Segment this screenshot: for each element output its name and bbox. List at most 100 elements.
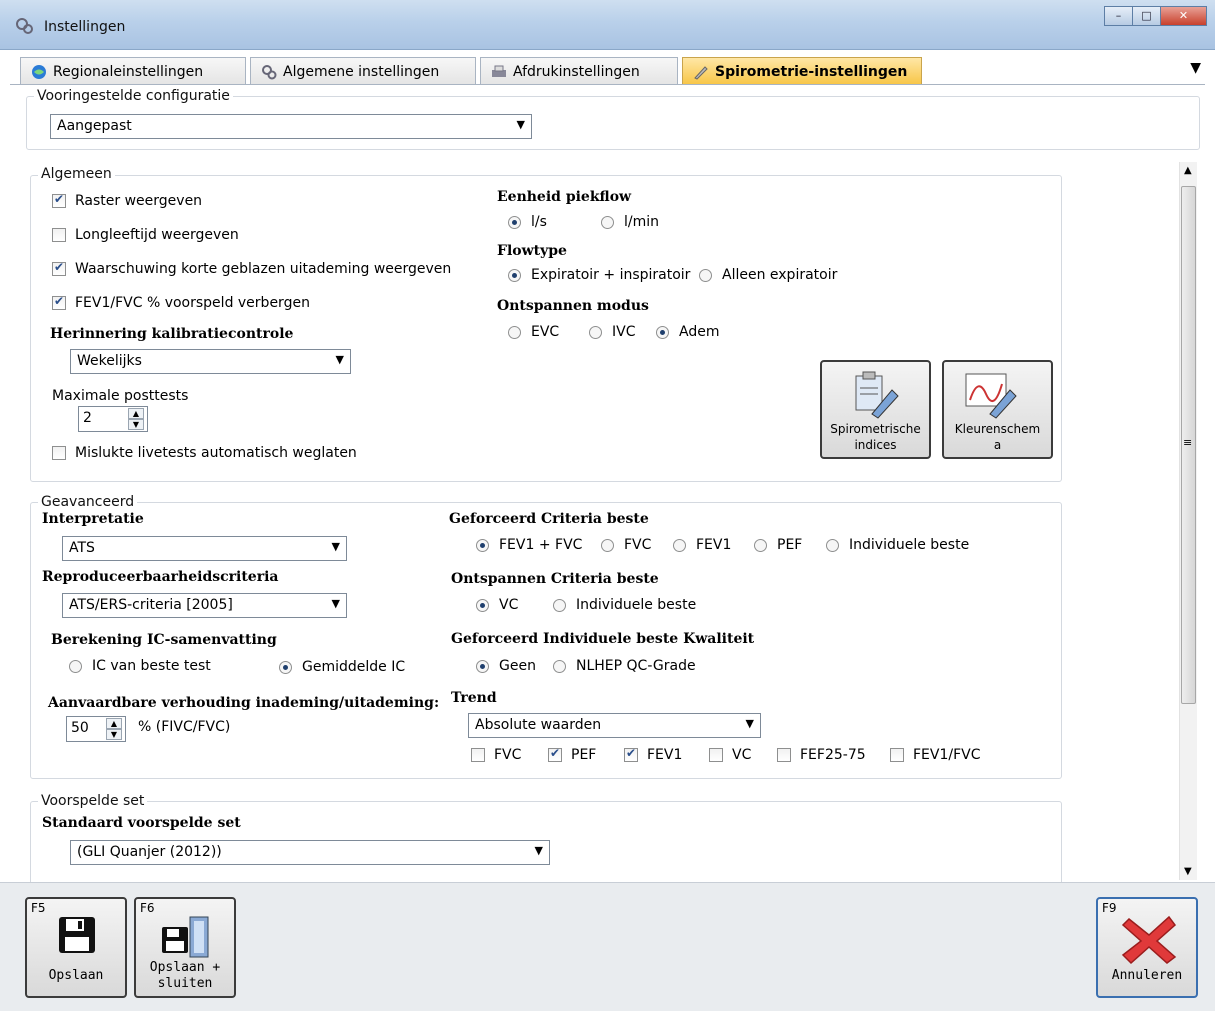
relax-ivc-radio[interactable] (589, 326, 602, 339)
flowtype-both-radio[interactable] (508, 269, 521, 282)
scroll-down-icon[interactable]: ▼ (1184, 866, 1192, 877)
tab-print[interactable]: Afdrukinstellingen (480, 57, 678, 85)
peakflow-ls-radio[interactable] (508, 216, 521, 229)
trend-fev1-checkbox[interactable] (624, 746, 638, 762)
trend-pef-checkbox[interactable] (548, 746, 562, 762)
relax-adem-radio[interactable] (656, 326, 669, 339)
spin-down-button[interactable]: ▼ (128, 419, 144, 430)
trend-fef2575-checkbox[interactable] (777, 748, 791, 762)
quality-title: Geforceerd Individuele beste Kwaliteit (451, 631, 755, 647)
ratio-value: 50 (71, 720, 89, 736)
trend-fev1fvc-label: FEV1/FVC (913, 747, 981, 763)
spin-up-button[interactable]: ▲ (106, 718, 122, 729)
relaxed-individual-radio[interactable] (553, 599, 566, 612)
forced-fvc-radio[interactable] (601, 539, 614, 552)
relax-ivc-label: IVC (612, 324, 636, 340)
quality-nlhep-radio[interactable] (553, 660, 566, 673)
tab-general[interactable]: Algemene instellingen (250, 57, 476, 85)
hide-fev1fvc-label: FEV1/FVC % voorspeld verbergen (75, 295, 310, 311)
tab-dropdown-icon[interactable]: ▼ (1190, 60, 1201, 76)
scroll-up-icon[interactable]: ▲ (1184, 165, 1192, 176)
trend-select[interactable]: Absolute waarden ▼ (468, 713, 761, 738)
forced-fev1-label: FEV1 (696, 537, 732, 553)
advanced-legend: Geavanceerd (38, 494, 138, 510)
peakflow-ls-label: l/s (531, 214, 547, 230)
clipboard-icon (850, 370, 902, 424)
cancel-button[interactable]: F9 Annuleren (1096, 897, 1198, 998)
relaxed-criteria-title: Ontspannen Criteria beste (451, 571, 659, 587)
gears-icon (261, 64, 277, 80)
trend-pef-label: PEF (571, 747, 597, 763)
flowtype-exp-radio[interactable] (699, 269, 712, 282)
reproducibility-value: ATS/ERS-criteria [2005] (69, 597, 233, 613)
interpretation-select[interactable]: ATS ▼ (62, 536, 347, 561)
spin-up-button[interactable]: ▲ (128, 408, 144, 419)
spirometric-indices-label: Spirometrische indices (830, 422, 921, 452)
window-title: Instellingen (44, 19, 126, 35)
interpretation-title: Interpretatie (42, 511, 144, 527)
predicted-value: (GLI Quanjer (2012)) (77, 844, 222, 860)
show-grid-checkbox[interactable] (52, 192, 66, 208)
trend-vc-label: VC (732, 747, 752, 763)
save-button[interactable]: F5 Opslaan (25, 897, 127, 998)
lung-age-checkbox[interactable] (52, 228, 66, 242)
color-scheme-label: Kleurenschema (954, 422, 1041, 452)
grip-icon: ≡ (1183, 436, 1193, 449)
peakflow-lmin-label: l/min (624, 214, 660, 230)
save-close-shortcut: F6 (140, 901, 155, 915)
save-close-label: Opslaan + sluiten (149, 960, 221, 991)
hide-fev1fvc-checkbox[interactable] (52, 294, 66, 310)
relaxed-vc-radio[interactable] (476, 599, 489, 612)
preset-value: Aangepast (57, 118, 132, 134)
ic-summary-title: Berekening IC-samenvatting (51, 632, 277, 648)
tab-label: Regionaleinstellingen (53, 64, 204, 80)
calibration-select[interactable]: Wekelijks ▼ (70, 349, 351, 374)
preset-legend: Vooringestelde configuratie (34, 88, 233, 104)
peakflow-lmin-radio[interactable] (601, 216, 614, 229)
short-exhale-warning-checkbox[interactable] (52, 260, 66, 276)
app-icon (15, 17, 35, 35)
ic-best-test-radio[interactable] (69, 660, 82, 673)
chevron-down-icon: ▼ (745, 717, 754, 730)
quality-none-radio[interactable] (476, 660, 489, 673)
spirometric-indices-button[interactable]: Spirometrische indices (820, 360, 931, 459)
minimize-button[interactable]: – (1104, 6, 1132, 26)
tab-regional[interactable]: Regionaleinstellingen (20, 57, 246, 85)
forced-pef-radio[interactable] (754, 539, 767, 552)
forced-fev1fvc-radio[interactable] (476, 539, 489, 552)
chart-brush-icon (964, 370, 1024, 424)
tab-label: Afdrukinstellingen (513, 64, 640, 80)
forced-pef-label: PEF (777, 537, 803, 553)
cancel-label: Annuleren (1111, 968, 1183, 983)
trend-fvc-checkbox[interactable] (471, 748, 485, 762)
quality-none-label: Geen (499, 658, 536, 674)
preset-select[interactable]: Aangepast ▼ (50, 114, 532, 139)
predicted-legend: Voorspelde set (38, 793, 148, 809)
forced-fev1-radio[interactable] (673, 539, 686, 552)
maximize-button[interactable]: □ (1132, 6, 1160, 26)
save-label: Opslaan (48, 968, 104, 983)
max-posttests-label: Maximale posttests (52, 388, 189, 404)
spirometer-icon (693, 64, 709, 80)
save-shortcut: F5 (31, 901, 46, 915)
ic-average-radio[interactable] (279, 661, 292, 674)
save-close-button[interactable]: F6 Opslaan + sluiten (134, 897, 236, 998)
trend-fev1fvc-checkbox[interactable] (890, 748, 904, 762)
calibration-value: Wekelijks (77, 353, 142, 369)
relax-evc-label: EVC (531, 324, 560, 340)
tab-label: Algemene instellingen (283, 64, 440, 80)
trend-vc-checkbox[interactable] (709, 748, 723, 762)
forced-individual-radio[interactable] (826, 539, 839, 552)
predicted-select[interactable]: (GLI Quanjer (2012)) ▼ (70, 840, 550, 865)
forced-criteria-title: Geforceerd Criteria beste (449, 511, 649, 527)
relax-evc-radio[interactable] (508, 326, 521, 339)
relax-adem-label: Adem (679, 324, 720, 340)
spin-down-button[interactable]: ▼ (106, 729, 122, 740)
color-scheme-button[interactable]: Kleurenschema (942, 360, 1053, 459)
max-posttests-value: 2 (83, 410, 92, 426)
quality-nlhep-label: NLHEP QC-Grade (576, 658, 696, 674)
reproducibility-select[interactable]: ATS/ERS-criteria [2005] ▼ (62, 593, 347, 618)
tab-spirometry[interactable]: Spirometrie-instellingen (682, 57, 922, 85)
close-button[interactable]: ✕ (1160, 6, 1207, 26)
auto-omit-checkbox[interactable] (52, 446, 66, 460)
